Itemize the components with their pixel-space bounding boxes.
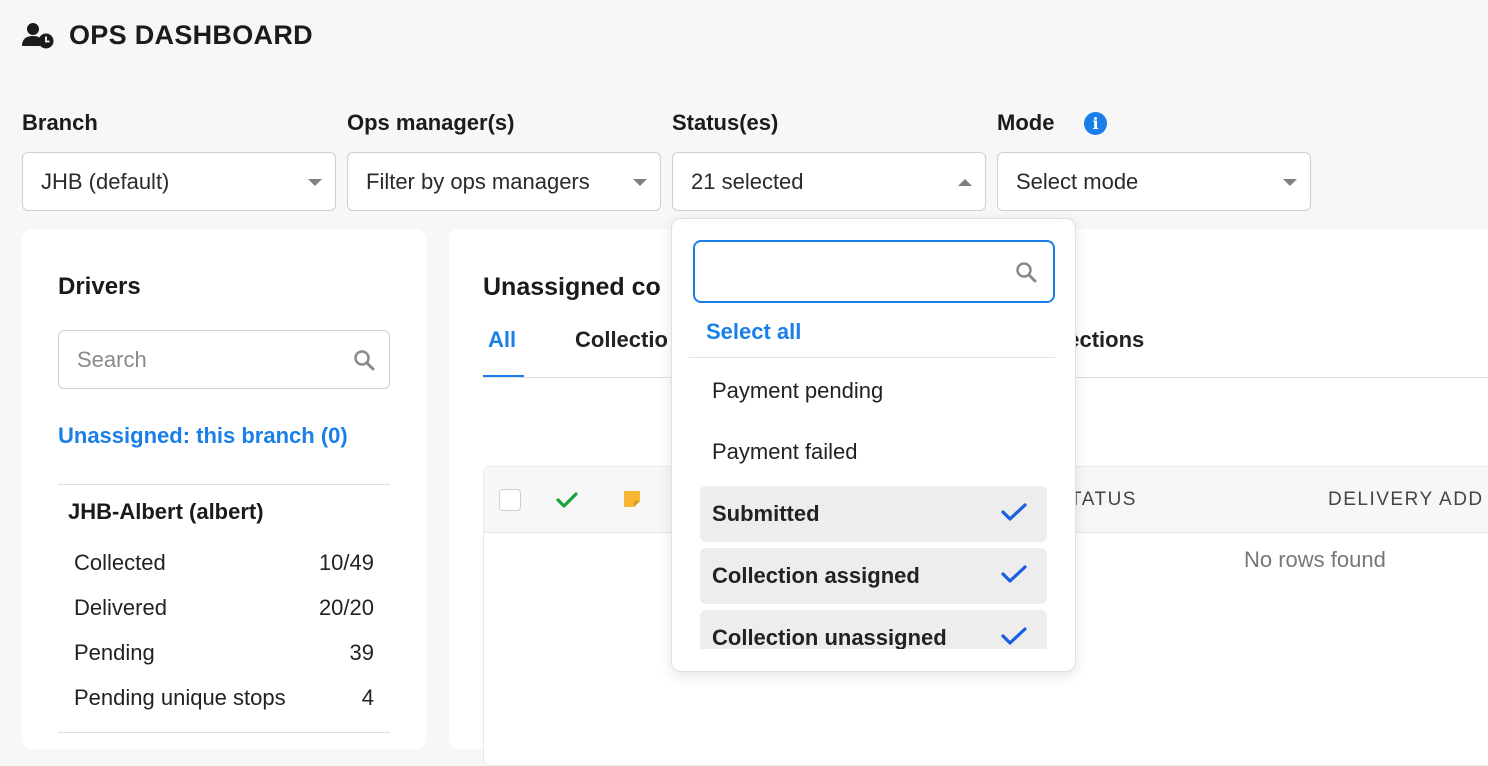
- status-select-value: 21 selected: [691, 168, 804, 194]
- status-search-input[interactable]: [693, 240, 1055, 303]
- mode-label: Mode: [997, 110, 1055, 135]
- stat-label: Collected: [74, 550, 166, 575]
- branch-select[interactable]: JHB (default): [22, 152, 336, 211]
- tab-collections[interactable]: Collectio: [575, 327, 668, 353]
- chevron-up-icon: [958, 179, 972, 186]
- divider: [58, 732, 390, 733]
- divider: [689, 357, 1055, 358]
- stat-label: Delivered: [74, 595, 167, 620]
- search-placeholder: Search: [77, 347, 147, 372]
- status-option-label: Submitted: [712, 501, 820, 526]
- main-title: Unassigned co: [483, 273, 661, 301]
- check-icon[interactable]: [556, 491, 578, 509]
- status-option[interactable]: Payment failed: [700, 424, 1047, 480]
- chevron-down-icon: [1283, 179, 1297, 186]
- chevron-down-icon: [308, 179, 322, 186]
- status-option[interactable]: Collection unassigned: [700, 610, 1047, 649]
- driver-stat-row: Delivered 20/20: [74, 595, 374, 621]
- drivers-title: Drivers: [58, 273, 141, 300]
- branch-label: Branch: [22, 110, 98, 135]
- drivers-panel: Drivers Search Unassigned: this branch (…: [22, 229, 426, 749]
- select-all-button[interactable]: Select all: [706, 319, 801, 345]
- driver-search-input[interactable]: Search: [58, 330, 390, 389]
- empty-table-message: No rows found: [1244, 547, 1386, 572]
- status-option-label: Payment failed: [712, 439, 858, 464]
- driver-stat-row: Pending unique stops 4: [74, 685, 374, 711]
- search-icon: [1016, 262, 1037, 283]
- check-icon: [1001, 565, 1027, 583]
- ops-manager-placeholder: Filter by ops managers: [366, 168, 590, 194]
- status-option[interactable]: Payment pending: [700, 363, 1047, 419]
- status-option-label: Collection assigned: [712, 563, 920, 588]
- note-icon[interactable]: [623, 490, 641, 508]
- stat-value: 10/49: [318, 550, 374, 575]
- ops-manager-label: Ops manager(s): [347, 110, 515, 135]
- unassigned-branch-link[interactable]: Unassigned: this branch (0): [58, 423, 348, 449]
- tab-all[interactable]: All: [488, 327, 516, 353]
- delivery-address-column-header[interactable]: DELIVERY ADD: [1328, 489, 1484, 511]
- stat-value: 39: [349, 640, 374, 665]
- check-icon: [1001, 503, 1027, 521]
- page-header: OPS DASHBOARD: [22, 20, 313, 51]
- driver-stat-row: Pending 39: [74, 640, 374, 666]
- user-clock-icon: [22, 22, 54, 48]
- stat-value: 20/20: [318, 595, 374, 620]
- search-icon: [354, 350, 375, 371]
- stat-label: Pending unique stops: [74, 685, 286, 710]
- mode-select[interactable]: Select mode: [997, 152, 1311, 211]
- check-icon: [1001, 627, 1027, 645]
- status-select[interactable]: 21 selected: [672, 152, 986, 211]
- status-label: Status(es): [672, 110, 779, 135]
- status-option[interactable]: Collection assigned: [700, 548, 1047, 604]
- ops-manager-select[interactable]: Filter by ops managers: [347, 152, 661, 211]
- driver-name[interactable]: JHB-Albert (albert): [68, 499, 264, 525]
- page-title: OPS DASHBOARD: [69, 20, 313, 50]
- status-column-header[interactable]: TATUS: [1070, 489, 1137, 511]
- driver-stat-row: Collected 10/49: [74, 550, 374, 576]
- stat-value: 4: [361, 685, 374, 710]
- status-options-list[interactable]: Payment pending Payment failed Submitted…: [672, 359, 1075, 649]
- status-option[interactable]: Submitted: [700, 486, 1047, 542]
- status-option-label: Payment pending: [712, 378, 884, 403]
- select-all-checkbox[interactable]: [499, 489, 521, 511]
- info-icon[interactable]: i: [1084, 112, 1107, 135]
- status-option-label: Collection unassigned: [712, 625, 947, 649]
- divider: [58, 484, 390, 485]
- branch-select-value: JHB (default): [41, 168, 170, 194]
- mode-placeholder: Select mode: [1016, 168, 1139, 194]
- status-dropdown: Select all Payment pending Payment faile…: [671, 218, 1076, 672]
- chevron-down-icon: [633, 179, 647, 186]
- stat-label: Pending: [74, 640, 155, 665]
